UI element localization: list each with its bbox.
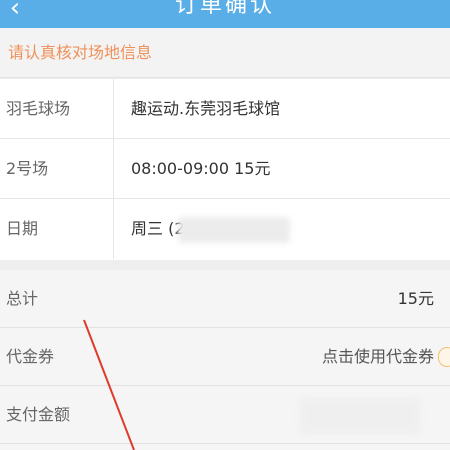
row-divider [113,199,114,259]
pay-amount-label: 支付金额 [6,405,71,424]
order-confirm-screen: ‹ 订单确认 请认真核对场地信息 羽毛球场 趣运动.东莞羽毛球馆 2号场 08:… [0,0,450,450]
venue-label: 羽毛球场 [6,99,71,118]
date-label: 日期 [6,219,39,238]
court-row: 2号场 08:00-09:00 15元 [0,139,450,199]
row-divider [113,139,114,199]
page-title: 订单确认 [174,0,275,18]
total-value: 15元 [397,289,434,308]
chevron-right-icon [438,347,450,367]
court-time-price-value: 08:00-09:00 15元 [131,159,271,178]
venue-row: 羽毛球场 趣运动.东莞羽毛球馆 [0,79,450,139]
section-gap [0,260,450,270]
use-voucher-link[interactable]: 点击使用代金券 [322,328,434,386]
total-label: 总计 [6,289,39,308]
row-divider [113,79,114,139]
voucher-label: 代金券 [6,347,55,366]
court-label: 2号场 [6,159,49,178]
date-row: 日期 周三 (2 [0,199,450,259]
total-row: 总计 15元 [0,270,450,328]
top-bar: ‹ 订单确认 [0,0,450,28]
redacted-date-blur [178,217,290,243]
voucher-row[interactable]: 代金券 点击使用代金券 [0,328,450,386]
venue-info-section: 羽毛球场 趣运动.东莞羽毛球馆 2号场 08:00-09:00 15元 日期 周… [0,79,450,260]
payment-summary-section: 总计 15元 代金券 点击使用代金券 支付金额 [0,270,450,450]
pay-amount-row: 支付金额 [0,386,450,444]
verify-notice: 请认真核对场地信息 [0,28,450,78]
redacted-amount-blur [300,398,420,434]
venue-value: 趣运动.东莞羽毛球馆 [131,99,281,118]
